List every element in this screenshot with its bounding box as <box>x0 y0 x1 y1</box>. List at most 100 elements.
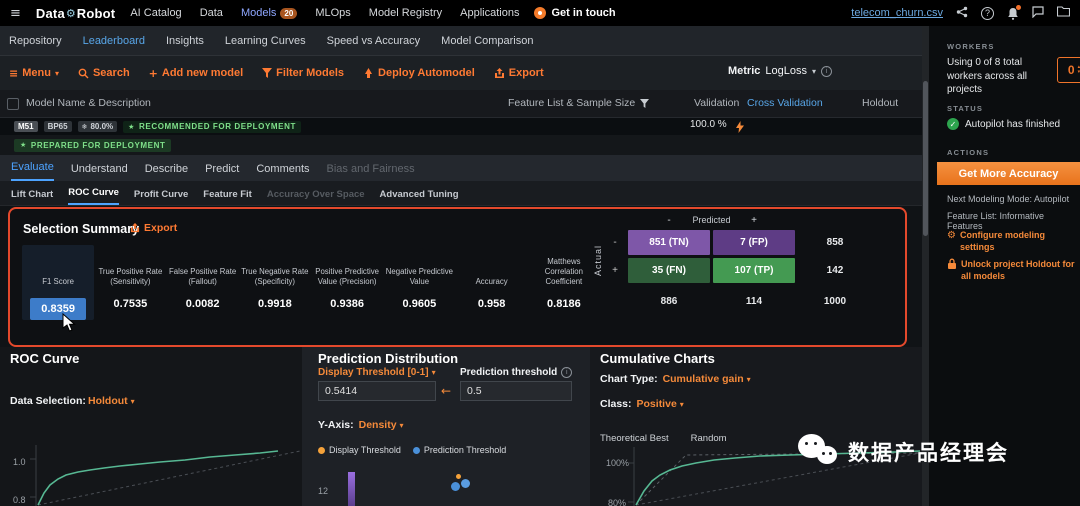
subtab-advanced-tuning[interactable]: Advanced Tuning <box>380 189 459 205</box>
col-cross-validation[interactable]: Cross Validation <box>747 97 823 109</box>
deploy-automodel-button[interactable]: Deploy Automodel <box>363 67 475 79</box>
add-model-button[interactable]: + Add new model <box>149 67 244 80</box>
metric-label: Accuracy <box>475 276 508 286</box>
workers-stepper[interactable]: 0 ▴ ▾ <box>1057 57 1080 83</box>
summary-export-label: Export <box>144 222 178 234</box>
datarobot-logo[interactable]: Data ⚙ Robot <box>36 6 115 21</box>
help-icon[interactable]: ? <box>981 6 994 20</box>
legend-theoretical-best[interactable]: Theoretical Best <box>600 433 669 444</box>
chart-type-label: Chart Type: <box>600 373 658 385</box>
true-positive-cell[interactable]: 107 (TP) <box>713 258 795 283</box>
false-positive-cell[interactable]: 7 (FP) <box>713 230 795 255</box>
tab-predict[interactable]: Predict <box>205 163 239 181</box>
notifications-bell-icon[interactable] <box>1007 4 1021 20</box>
nav-repository[interactable]: Repository <box>9 35 62 47</box>
search-button[interactable]: Search <box>78 67 130 79</box>
leaderboard-table-header: Model Name & Description Feature List & … <box>0 90 922 118</box>
y-axis-dropdown[interactable]: Density ▾ <box>359 419 404 431</box>
nav-ai-catalog[interactable]: AI Catalog <box>130 7 181 19</box>
tab-understand[interactable]: Understand <box>71 163 128 181</box>
export-button[interactable]: Export <box>494 67 544 79</box>
nav-data[interactable]: Data <box>200 7 223 19</box>
status-row: ✓ Autopilot has finished <box>947 118 1060 130</box>
tab-comments[interactable]: Comments <box>256 163 309 181</box>
add-model-label: Add new model <box>161 67 244 79</box>
hamburger-menu-icon[interactable]: ≡ <box>10 6 21 21</box>
prediction-threshold-input[interactable] <box>460 381 572 401</box>
chat-icon[interactable] <box>1032 5 1044 21</box>
filter-models-button[interactable]: Filter Models <box>262 67 344 79</box>
col-model-name[interactable]: Model Name & Description <box>26 97 151 109</box>
col-validation[interactable]: Validation <box>694 97 739 109</box>
legend-display-threshold[interactable]: Display Threshold <box>318 445 401 455</box>
legend-random[interactable]: Random <box>691 433 727 444</box>
subtab-profit-curve[interactable]: Profit Curve <box>134 189 188 205</box>
metric-value: 0.8186 <box>547 298 581 310</box>
get-in-touch-link[interactable]: Get in touch <box>534 7 616 19</box>
display-threshold-dot[interactable] <box>456 474 461 479</box>
nav-learning-curves[interactable]: Learning Curves <box>225 35 306 47</box>
select-all-checkbox[interactable] <box>7 98 19 110</box>
true-negative-cell[interactable]: 851 (TN) <box>628 230 710 255</box>
search-label: Search <box>92 67 130 79</box>
subtab-roc-curve[interactable]: ROC Curve <box>68 187 119 205</box>
tab-bias-fairness[interactable]: Bias and Fairness <box>327 163 415 181</box>
configure-modeling-link[interactable]: ⚙ Configure modeling settings <box>947 229 1079 253</box>
legend-prediction-threshold[interactable]: Prediction Threshold <box>412 445 506 455</box>
get-more-accuracy-button[interactable]: Get More Accuracy <box>937 162 1080 185</box>
get-in-touch-label: Get in touch <box>551 7 616 19</box>
nav-models[interactable]: Models 20 <box>241 7 298 19</box>
col-holdout[interactable]: Holdout <box>862 97 898 109</box>
subtab-feature-fit[interactable]: Feature Fit <box>203 189 252 205</box>
threshold-dot[interactable] <box>451 482 460 491</box>
nav-model-registry[interactable]: Model Registry <box>369 7 442 19</box>
folder-icon[interactable] <box>1056 6 1071 20</box>
cumulative-legend: Theoretical Best Random <box>600 433 727 444</box>
metric-value: 0.958 <box>477 298 506 310</box>
false-negative-cell[interactable]: 35 (FN) <box>628 258 710 283</box>
actual-negative-total: 858 <box>826 237 844 248</box>
col-feature-list[interactable]: Feature List & Sample Size <box>508 97 650 109</box>
nav-speed-vs-accuracy[interactable]: Speed vs Accuracy <box>327 35 421 47</box>
leaderboard-nav: Repository Leaderboard Insights Learning… <box>0 26 922 56</box>
display-threshold-dropdown[interactable]: Display Threshold [0-1] ▾ <box>318 367 436 378</box>
metric-value[interactable]: 0.8359 <box>30 298 86 320</box>
metric-value: 0.9918 <box>258 298 292 310</box>
metric-tnr: True Negative Rate (Specificity) 0.9918 <box>239 245 311 320</box>
blueprint-badge: BP65 <box>43 121 72 132</box>
primary-nav: AI Catalog Data Models 20 MLOps Model Reg… <box>130 7 519 19</box>
data-selection-dropdown[interactable]: Holdout ▾ <box>88 395 135 407</box>
threshold-dot[interactable] <box>461 479 470 488</box>
project-file-link[interactable]: telecom_churn.csv <box>851 7 943 19</box>
nav-mlops[interactable]: MLOps <box>315 7 350 19</box>
metric-npv: Negative Predictive Value 0.9605 <box>383 245 455 320</box>
selection-summary-panel: Selection Summary Export F1 Score 0.8359… <box>8 207 907 347</box>
configure-label: Configure modeling settings <box>959 230 1045 253</box>
subtab-lift-chart[interactable]: Lift Chart <box>11 189 53 205</box>
nav-applications[interactable]: Applications <box>460 7 519 19</box>
unlock-holdout-link[interactable]: Unlock project Holdout for all models <box>947 258 1079 282</box>
subtab-accuracy-over-space[interactable]: Accuracy Over Space <box>267 189 365 205</box>
display-threshold-input[interactable] <box>318 381 436 401</box>
chart-type-dropdown[interactable]: Cumulative gain ▾ <box>663 373 751 385</box>
threshold-info-icon[interactable]: i <box>561 367 573 378</box>
metric-selector[interactable]: Metric LogLoss ▾ i <box>728 65 832 77</box>
metric-info-icon[interactable]: i <box>821 65 832 77</box>
scrollbar-thumb[interactable] <box>923 81 928 236</box>
metric-value: LogLoss <box>765 65 807 77</box>
share-icon[interactable] <box>956 6 968 21</box>
model-row[interactable]: M51 BP65 ❄ 80.0% ★ RECOMMENDED FOR DEPLOYM… <box>0 118 922 135</box>
summary-export-button[interactable]: Export <box>130 222 177 234</box>
roc-curve-chart[interactable] <box>0 445 302 506</box>
models-count-badge: 20 <box>280 8 298 19</box>
tab-describe[interactable]: Describe <box>145 163 188 181</box>
arrow-left-icon[interactable]: ← <box>441 384 451 398</box>
distribution-legend: Display Threshold Prediction Threshold <box>318 445 506 455</box>
tab-evaluate[interactable]: Evaluate <box>11 161 54 181</box>
topbar-right-cluster: telecom_churn.csv ? <box>851 4 1071 21</box>
nav-insights[interactable]: Insights <box>166 35 204 47</box>
nav-leaderboard[interactable]: Leaderboard <box>83 35 145 47</box>
nav-model-comparison[interactable]: Model Comparison <box>441 35 533 47</box>
class-dropdown[interactable]: Positive ▾ <box>637 398 684 410</box>
menu-button[interactable]: ≡ Menu ▾ <box>9 67 59 80</box>
